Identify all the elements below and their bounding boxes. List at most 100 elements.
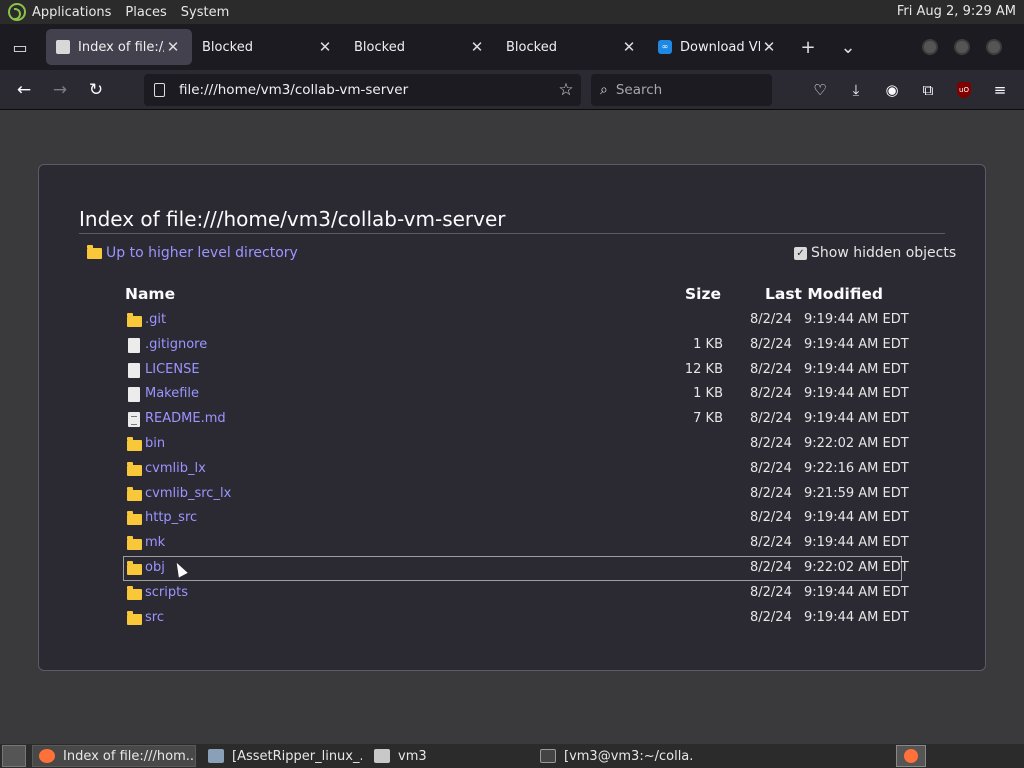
file-name-link[interactable]: obj bbox=[145, 560, 165, 575]
maximize-button[interactable] bbox=[954, 39, 970, 55]
close-tab-icon[interactable]: ✕ bbox=[760, 38, 778, 56]
table-row[interactable]: .gitignore 1 KB 8/2/24 9:19:44 AM EDT bbox=[123, 333, 909, 358]
search-input[interactable]: ⌕ Search bbox=[591, 74, 772, 106]
table-row[interactable]: src 8/2/24 9:19:44 AM EDT bbox=[123, 606, 909, 631]
file-name-link[interactable]: LICENSE bbox=[145, 362, 200, 377]
taskbar-item-terminal[interactable]: [vm3@vm3:~/colla... bbox=[534, 745, 694, 767]
firefox-view-button[interactable]: ▭ bbox=[0, 24, 40, 70]
extensions-button[interactable]: ⧉ bbox=[910, 74, 946, 106]
tab-0[interactable]: Index of file:///h ✕ bbox=[46, 29, 192, 65]
tab-4[interactable]: ∞ Download VPN ✕ bbox=[648, 29, 788, 65]
file-size: 12 KB bbox=[684, 361, 723, 377]
file-date: 8/2/24 bbox=[750, 361, 792, 377]
list-all-tabs-button[interactable]: ⌄ bbox=[828, 29, 868, 65]
account-button[interactable]: ◉ bbox=[874, 74, 910, 106]
file-time: 9:19:44 AM EDT bbox=[804, 510, 909, 526]
taskbar-item-firefox[interactable]: Index of file:///hom... bbox=[32, 745, 196, 767]
file-date: 8/2/24 bbox=[750, 435, 792, 451]
taskbar-item-vm3[interactable]: vm3 bbox=[368, 745, 528, 767]
table-row[interactable]: mk 8/2/24 9:19:44 AM EDT bbox=[123, 531, 909, 556]
file-name-link[interactable]: http_src bbox=[145, 510, 197, 525]
terminal-icon bbox=[540, 749, 556, 763]
close-tab-icon[interactable]: ✕ bbox=[468, 38, 486, 56]
bookmark-star-icon[interactable]: ☆ bbox=[551, 80, 581, 100]
column-header-size[interactable]: Size bbox=[685, 285, 721, 303]
folder-icon bbox=[127, 511, 142, 526]
file-time: 9:19:44 AM EDT bbox=[804, 336, 909, 352]
up-directory-label[interactable]: Up to higher level directory bbox=[106, 245, 298, 261]
distro-logo-icon[interactable] bbox=[8, 3, 26, 21]
tab-3[interactable]: Blocked ✕ bbox=[496, 29, 648, 65]
file-name-link[interactable]: cvmlib_lx bbox=[145, 461, 206, 476]
reload-icon: ↻ bbox=[88, 79, 104, 100]
show-hidden-checkbox[interactable]: ✓ Show hidden objects bbox=[794, 245, 956, 261]
url-text[interactable]: file:///home/vm3/collab-vm-server bbox=[179, 82, 551, 98]
table-row[interactable]: .git 8/2/24 9:19:44 AM EDT bbox=[123, 308, 909, 333]
taskbar-item-assetripper[interactable]: [AssetRipper_linux_... bbox=[202, 745, 362, 767]
menu-applications[interactable]: Applications bbox=[32, 5, 111, 20]
hamburger-icon: ≡ bbox=[993, 81, 1007, 99]
back-button[interactable]: ← bbox=[6, 74, 42, 106]
tab-1[interactable]: Blocked ✕ bbox=[192, 29, 344, 65]
tab-title: Blocked bbox=[354, 39, 405, 55]
up-directory-link[interactable]: Up to higher level directory bbox=[87, 244, 298, 261]
file-date: 8/2/24 bbox=[750, 485, 792, 501]
file-size: 1 KB bbox=[693, 336, 723, 352]
file-time: 9:22:02 AM EDT bbox=[804, 559, 909, 575]
table-row[interactable]: obj 8/2/24 9:22:02 AM EDT bbox=[123, 555, 909, 581]
taskbar-label: [vm3@vm3:~/colla... bbox=[564, 748, 694, 764]
column-header-modified[interactable]: Last Modified bbox=[765, 285, 883, 303]
close-window-button[interactable] bbox=[986, 39, 1002, 55]
downloads-button[interactable]: ⤓ bbox=[838, 74, 874, 106]
file-name-link[interactable]: mk bbox=[145, 535, 165, 550]
panel-clock[interactable]: Fri Aug 2, 9:29 AM bbox=[897, 4, 1016, 19]
file-name-link[interactable]: Makefile bbox=[145, 386, 199, 401]
file-name-link[interactable]: .git bbox=[145, 312, 166, 327]
file-name-link[interactable]: bin bbox=[145, 436, 165, 451]
show-hidden-label[interactable]: Show hidden objects bbox=[811, 245, 956, 261]
file-size: 1 KB bbox=[693, 386, 723, 402]
close-tab-icon[interactable]: ✕ bbox=[316, 38, 334, 56]
file-name-link[interactable]: scripts bbox=[145, 585, 188, 600]
new-tab-button[interactable]: + bbox=[788, 29, 828, 65]
forward-button[interactable]: → bbox=[42, 74, 78, 106]
tray-firefox[interactable] bbox=[896, 745, 926, 767]
table-row[interactable]: LICENSE 12 KB 8/2/24 9:19:44 AM EDT bbox=[123, 358, 909, 383]
file-name-link[interactable]: src bbox=[145, 610, 164, 625]
close-tab-icon[interactable]: ✕ bbox=[164, 38, 182, 56]
app-menu-button[interactable]: ≡ bbox=[982, 74, 1018, 106]
minimize-button[interactable] bbox=[922, 39, 938, 55]
menu-places[interactable]: Places bbox=[125, 5, 166, 20]
file-name-link[interactable]: README.md bbox=[145, 411, 226, 426]
tab-2[interactable]: Blocked ✕ bbox=[344, 29, 496, 65]
tab-title: Blocked bbox=[506, 39, 557, 55]
page-content: Index of file:///home/vm3/collab-vm-serv… bbox=[0, 111, 1024, 744]
checkbox-checked-icon[interactable]: ✓ bbox=[794, 246, 807, 260]
file-date: 8/2/24 bbox=[750, 609, 792, 625]
tab-title: Index of file:///h bbox=[78, 39, 164, 55]
url-bar[interactable]: file:///home/vm3/collab-vm-server ☆ bbox=[144, 74, 581, 106]
pocket-button[interactable]: ♡ bbox=[802, 74, 838, 106]
table-row[interactable]: bin 8/2/24 9:22:02 AM EDT bbox=[123, 432, 909, 457]
ublock-button[interactable]: uO bbox=[946, 74, 982, 106]
file-date: 8/2/24 bbox=[750, 312, 792, 327]
file-name-link[interactable]: cvmlib_src_lx bbox=[145, 486, 231, 501]
table-row[interactable]: scripts 8/2/24 9:19:44 AM EDT bbox=[123, 581, 909, 606]
folder-icon bbox=[127, 536, 142, 551]
show-desktop-button[interactable] bbox=[2, 745, 26, 767]
page-icon bbox=[154, 83, 165, 97]
table-row[interactable]: README.md 7 KB 8/2/24 9:19:44 AM EDT bbox=[123, 407, 909, 432]
table-row[interactable]: cvmlib_src_lx 8/2/24 9:21:59 AM EDT bbox=[123, 482, 909, 507]
menu-system[interactable]: System bbox=[181, 5, 229, 20]
file-name-link[interactable]: .gitignore bbox=[145, 337, 207, 352]
table-row[interactable]: http_src 8/2/24 9:19:44 AM EDT bbox=[123, 506, 909, 531]
table-row[interactable]: Makefile 1 KB 8/2/24 9:19:44 AM EDT bbox=[123, 382, 909, 407]
column-header-name[interactable]: Name bbox=[125, 285, 175, 303]
close-tab-icon[interactable]: ✕ bbox=[620, 38, 638, 56]
file-time: 9:19:44 AM EDT bbox=[804, 584, 909, 600]
file-icon bbox=[128, 387, 140, 403]
table-row[interactable]: cvmlib_lx 8/2/24 9:22:16 AM EDT bbox=[123, 457, 909, 482]
file-icon bbox=[128, 362, 140, 378]
file-date: 8/2/24 bbox=[750, 411, 792, 427]
reload-button[interactable]: ↻ bbox=[78, 74, 114, 106]
